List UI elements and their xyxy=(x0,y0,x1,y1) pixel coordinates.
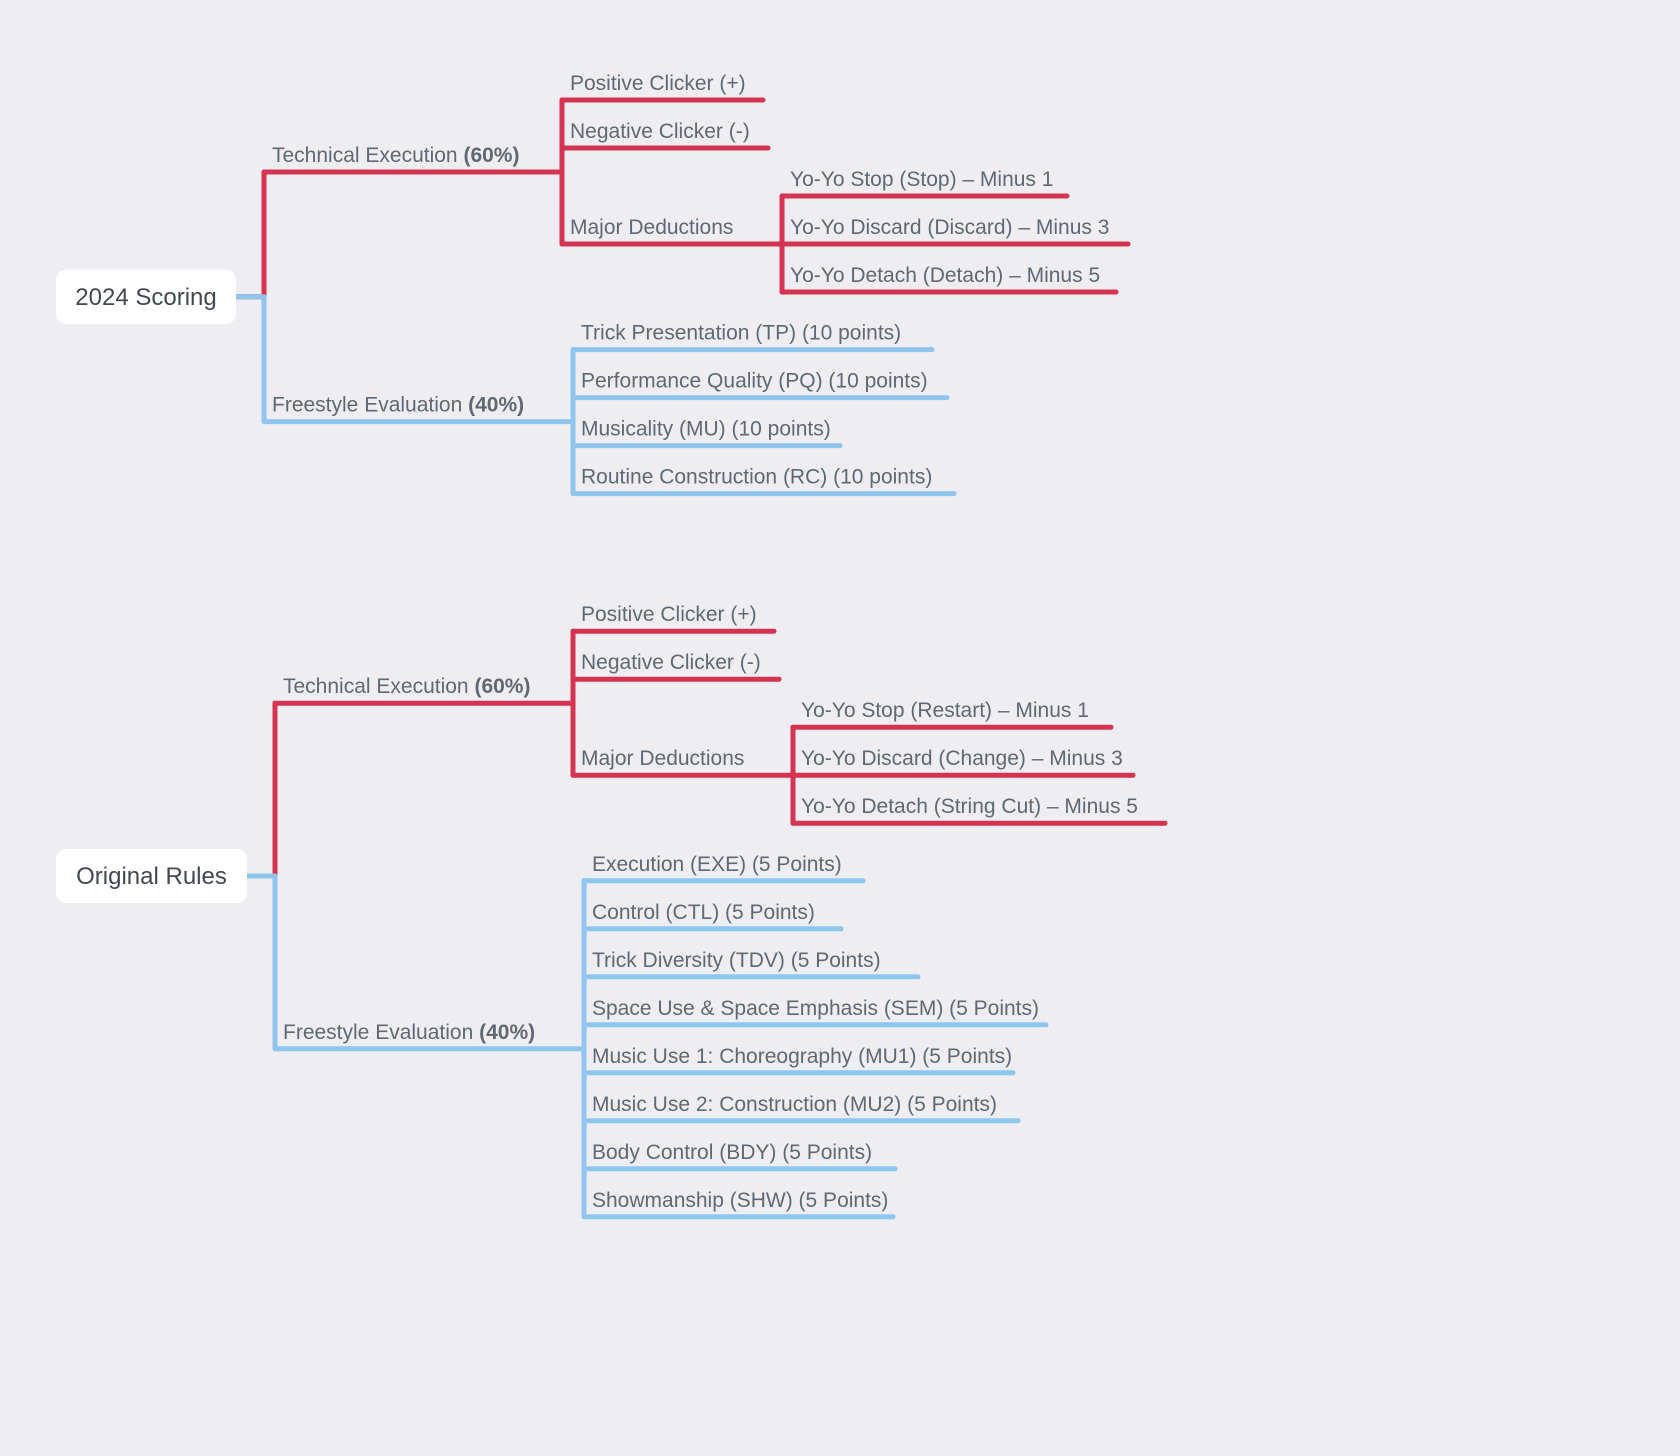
node-label: Major Deductions xyxy=(581,747,744,770)
node-label: Control (CTL) (5 Points) xyxy=(592,901,815,924)
node-label: Yo-Yo Discard (Discard) – Minus 3 xyxy=(790,216,1109,239)
node-label: Space Use & Space Emphasis (SEM) (5 Poin… xyxy=(592,997,1039,1020)
node-label: Technical Execution (60%) xyxy=(283,675,530,698)
node-label: Execution (EXE) (5 Points) xyxy=(592,853,842,876)
node-label: Trick Presentation (TP) (10 points) xyxy=(581,322,901,345)
node-label: Yo-Yo Detach (Detach) – Minus 5 xyxy=(790,264,1100,287)
node-label: Music Use 1: Choreography (MU1) (5 Point… xyxy=(592,1045,1012,1068)
node-label: Music Use 2: Construction (MU2) (5 Point… xyxy=(592,1093,997,1116)
node-label: Freestyle Evaluation (40%) xyxy=(283,1021,535,1044)
node-label: Freestyle Evaluation (40%) xyxy=(272,394,524,417)
root-label: 2024 Scoring xyxy=(75,284,216,311)
node-label: Performance Quality (PQ) (10 points) xyxy=(581,370,928,393)
mindmap-diagram: Positive Clicker (+) Negative Clicker (-)… xyxy=(0,0,1680,1456)
node-label: Routine Construction (RC) (10 points) xyxy=(581,466,932,489)
node-label: Musicality (MU) (10 points) xyxy=(581,418,831,441)
node-label: Positive Clicker (+) xyxy=(570,72,746,95)
node-label: Body Control (BDY) (5 Points) xyxy=(592,1141,872,1164)
node-label: Yo-Yo Stop (Restart) – Minus 1 xyxy=(801,699,1089,722)
node-label: Negative Clicker (-) xyxy=(581,651,761,674)
node-label: Technical Execution (60%) xyxy=(272,144,519,167)
root-label: Original Rules xyxy=(76,863,227,890)
node-label: Negative Clicker (-) xyxy=(570,120,750,143)
node-label: Yo-Yo Stop (Stop) – Minus 1 xyxy=(790,168,1053,191)
node-label: Major Deductions xyxy=(570,216,733,239)
node-label: Yo-Yo Discard (Change) – Minus 3 xyxy=(801,747,1123,770)
node-label: Yo-Yo Detach (String Cut) – Minus 5 xyxy=(801,795,1138,818)
node-label: Trick Diversity (TDV) (5 Points) xyxy=(592,949,881,972)
node-label: Showmanship (SHW) (5 Points) xyxy=(592,1189,888,1212)
node-label: Positive Clicker (+) xyxy=(581,603,757,626)
